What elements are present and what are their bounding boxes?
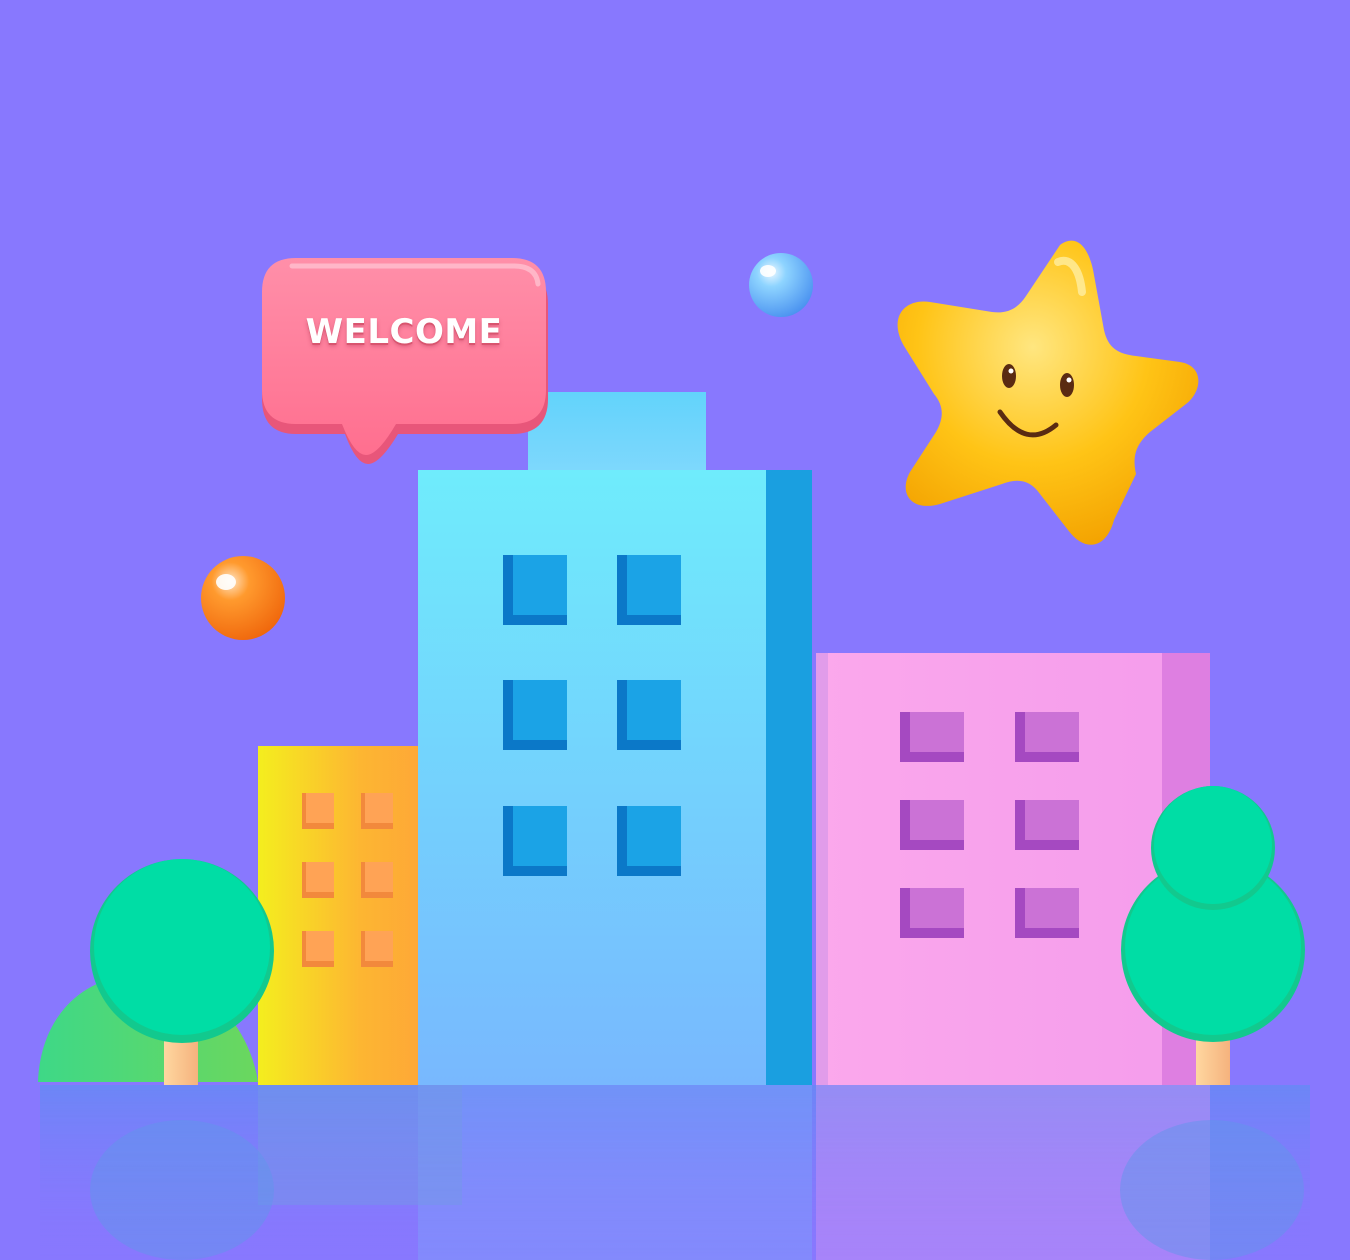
building-right <box>816 653 1210 1085</box>
building-tall <box>418 392 812 1085</box>
smiling-star-icon <box>897 240 1199 545</box>
city-illustration: WELCOME <box>0 0 1350 1260</box>
sphere-blue-icon <box>749 253 813 317</box>
welcome-label: WELCOME <box>305 312 503 352</box>
ground-reflection <box>40 1085 1310 1260</box>
sphere-orange-icon <box>201 556 285 640</box>
speech-bubble-icon <box>262 258 548 464</box>
city-scene-graphic <box>38 240 1310 1260</box>
